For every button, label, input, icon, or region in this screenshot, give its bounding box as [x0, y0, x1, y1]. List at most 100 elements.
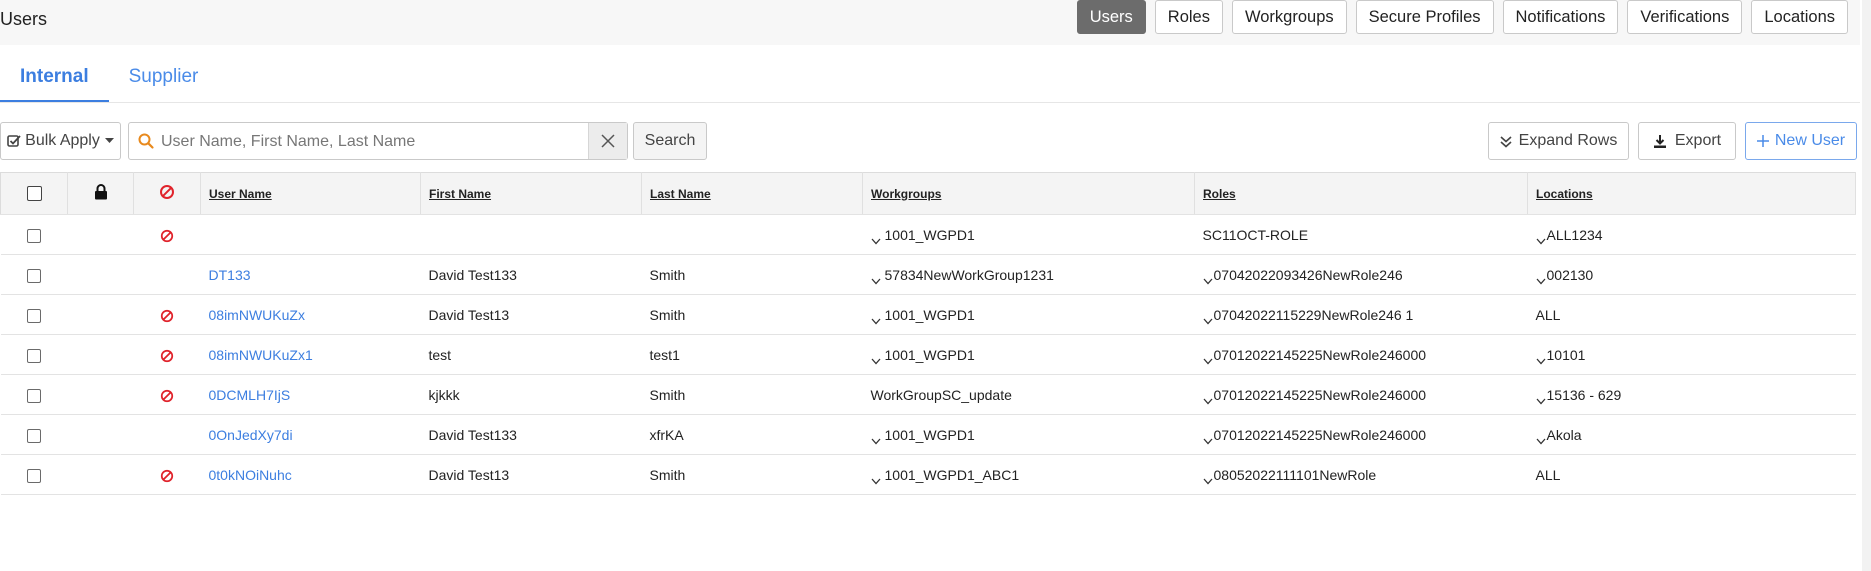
col-header-last-name[interactable]: Last Name — [641, 172, 863, 215]
cell-roles: 08052022111101NewRole — [1194, 454, 1528, 495]
tab-verifications[interactable]: Verifications — [1627, 0, 1743, 34]
role-value: 07042022093426NewRole246 — [1213, 266, 1403, 283]
row-checkbox[interactable] — [27, 268, 41, 283]
disabled-cell — [133, 254, 201, 295]
chevron-down-icon[interactable] — [1536, 272, 1546, 285]
chevron-down-icon[interactable] — [871, 432, 881, 445]
tab-internal[interactable]: Internal — [0, 62, 109, 103]
cell-last-name: Smith — [641, 294, 863, 335]
chevron-down-icon[interactable] — [871, 472, 881, 485]
col-header-user-name[interactable]: User Name — [200, 172, 421, 215]
col-header-roles[interactable]: Roles — [1194, 172, 1528, 215]
chevron-down-icon[interactable] — [1536, 232, 1546, 245]
select-all-checkbox[interactable] — [26, 186, 42, 202]
tab-secure-profiles[interactable]: Secure Profiles — [1355, 0, 1494, 34]
cell-roles: 07042022115229NewRole246 1 — [1194, 294, 1528, 335]
workgroup-value: 1001_WGPD1 — [884, 306, 975, 323]
cell-locations: ALL — [1527, 294, 1856, 335]
cell-first-name — [420, 214, 642, 255]
row-checkbox[interactable] — [27, 348, 41, 363]
cell-last-name: Smith — [641, 454, 863, 495]
select-all-header — [0, 172, 68, 215]
chevron-down-icon[interactable] — [1536, 352, 1546, 365]
user-name-link[interactable]: 0DCMLH7IjS — [209, 387, 291, 403]
cell-user-name: 0DCMLH7IjS — [200, 374, 421, 415]
export-button[interactable]: Export — [1638, 122, 1736, 160]
location-value: ALL — [1535, 306, 1561, 323]
chevron-down-icon[interactable] — [1536, 432, 1546, 445]
workgroup-value: 1001_WGPD1_ABC1 — [884, 466, 1020, 483]
tab-roles[interactable]: Roles — [1154, 0, 1223, 34]
bulk-apply-button[interactable]: Bulk Apply — [0, 122, 121, 160]
user-name-link[interactable]: 0t0kNOiNuhc — [209, 467, 292, 483]
user-name-link[interactable]: DT133 — [209, 267, 251, 283]
cell-roles: 07012022145225NewRole246000 — [1194, 414, 1528, 455]
new-user-label: New User — [1774, 132, 1846, 149]
table-row[interactable]: 0DCMLH7IjS kjkkk Smith WorkGroupSC_update 07… — [0, 374, 1856, 415]
tab-users[interactable]: Users — [1076, 0, 1146, 34]
no-entry-icon — [159, 184, 175, 200]
chevron-down-icon[interactable] — [1203, 432, 1213, 445]
disabled-cell — [133, 414, 201, 455]
cell-first-name: kjkkk — [420, 374, 642, 415]
chevron-down-icon[interactable] — [1203, 312, 1213, 325]
workgroup-value: WorkGroupSC_update — [870, 386, 1012, 403]
row-checkbox[interactable] — [27, 468, 41, 483]
tab-locations[interactable]: Locations — [1751, 0, 1848, 34]
row-checkbox[interactable] — [27, 428, 41, 443]
location-value: 002130 — [1546, 266, 1594, 283]
bulk-apply-label: Bulk Apply — [25, 132, 100, 149]
scrollbar[interactable] — [1862, 0, 1871, 571]
new-user-button[interactable]: New User — [1745, 122, 1857, 160]
row-select-cell — [0, 214, 68, 255]
search-input[interactable] — [159, 123, 593, 161]
row-checkbox[interactable] — [27, 388, 41, 403]
row-checkbox[interactable] — [27, 308, 41, 323]
row-select-cell — [0, 294, 68, 335]
table-row[interactable]: 08imNWUKuZx1 test test1 1001_WGPD1 070120221… — [0, 334, 1856, 375]
cell-workgroups: 1001_WGPD1 — [862, 334, 1195, 375]
user-name-link[interactable]: 0OnJedXy7di — [209, 427, 293, 443]
workgroup-value: 57834NewWorkGroup1231 — [884, 266, 1054, 283]
no-entry-icon — [160, 349, 174, 363]
chevron-down-icon[interactable] — [871, 352, 881, 365]
chevron-down-icon[interactable] — [1203, 352, 1213, 365]
location-value: Akola — [1546, 426, 1582, 443]
user-name-link[interactable]: 08imNWUKuZx — [209, 307, 305, 323]
tab-workgroups[interactable]: Workgroups — [1231, 0, 1347, 34]
clear-search-button[interactable] — [588, 123, 627, 159]
chevron-down-icon[interactable] — [1203, 472, 1213, 485]
chevron-down-icon[interactable] — [1203, 392, 1213, 405]
top-nav-tabs: Users Roles Workgroups Secure Profiles N… — [1076, 0, 1848, 36]
table-row[interactable]: 1001_WGPD1 SC11OCT-ROLE ALL1234 — [0, 214, 1856, 255]
tab-notifications[interactable]: Notifications — [1502, 0, 1619, 34]
cell-workgroups: WorkGroupSC_update — [862, 374, 1195, 415]
double-chevron-down-icon — [1500, 135, 1512, 148]
cell-locations: ALL — [1527, 454, 1856, 495]
plus-icon — [1756, 135, 1769, 147]
search-button[interactable]: Search — [633, 122, 707, 160]
cell-first-name: test — [420, 334, 642, 375]
user-name-link[interactable]: 08imNWUKuZx1 — [209, 347, 313, 363]
col-header-first-name[interactable]: First Name — [420, 172, 642, 215]
chevron-down-icon[interactable] — [1203, 272, 1213, 285]
expand-rows-button[interactable]: Expand Rows — [1488, 122, 1629, 160]
table-row[interactable]: DT133 David Test133 Smith 57834NewWorkGroup… — [0, 254, 1856, 295]
col-header-workgroups[interactable]: Workgroups — [862, 172, 1195, 215]
chevron-down-icon[interactable] — [1536, 392, 1546, 405]
chevron-down-icon[interactable] — [871, 312, 881, 325]
chevron-down-icon[interactable] — [871, 232, 881, 245]
row-checkbox[interactable] — [27, 228, 41, 243]
tab-supplier[interactable]: Supplier — [109, 62, 219, 103]
role-value: 08052022111101NewRole — [1213, 466, 1377, 483]
disabled-cell — [133, 454, 201, 495]
cell-user-name: 0OnJedXy7di — [200, 414, 421, 455]
table-row[interactable]: 0t0kNOiNuhc David Test13 Smith 1001_WGPD1_A… — [0, 454, 1856, 495]
table-row[interactable]: 0OnJedXy7di David Test133 xfrKA 1001_WGPD1 0… — [0, 414, 1856, 455]
no-entry-icon — [160, 389, 174, 403]
cell-user-name: 0t0kNOiNuhc — [200, 454, 421, 495]
cell-workgroups: 1001_WGPD1_ABC1 — [862, 454, 1195, 495]
table-row[interactable]: 08imNWUKuZx David Test13 Smith 1001_WGPD1 07… — [0, 294, 1856, 335]
chevron-down-icon[interactable] — [871, 272, 881, 285]
col-header-locations[interactable]: Locations — [1527, 172, 1856, 215]
